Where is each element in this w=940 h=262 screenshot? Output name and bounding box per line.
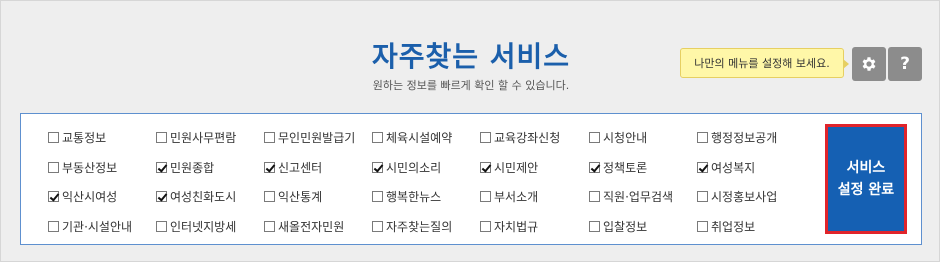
service-option[interactable]: 취업정보 xyxy=(697,217,755,235)
service-option-label: 시민의소리 xyxy=(386,160,442,175)
checkbox-checked-icon[interactable] xyxy=(264,161,275,173)
service-option[interactable]: 시민의소리 xyxy=(372,158,441,176)
gear-icon xyxy=(862,57,876,71)
checkbox-icon[interactable] xyxy=(697,131,708,143)
service-option[interactable]: 교통정보 xyxy=(48,128,106,146)
favorites-widget: 자주찾는 서비스 원하는 정보를 빠르게 확인 할 수 있습니다. 나만의 메뉴… xyxy=(0,0,940,262)
service-option[interactable]: 부동산정보 xyxy=(48,158,117,176)
tooltip-text: 나만의 메뉴를 설정해 보세요. xyxy=(694,57,830,70)
service-option-label: 행복한뉴스 xyxy=(386,189,442,204)
service-option[interactable]: 자주찾는질의 xyxy=(372,217,452,235)
service-option-label: 시청안내 xyxy=(603,130,648,145)
checkbox-icon[interactable] xyxy=(372,131,383,143)
checkbox-icon[interactable] xyxy=(480,131,491,143)
service-option[interactable]: 행복한뉴스 xyxy=(372,187,441,205)
checkbox-icon[interactable] xyxy=(697,190,708,202)
service-option-label: 시민제안 xyxy=(494,160,539,175)
checkbox-icon[interactable] xyxy=(48,161,59,173)
checkbox-checked-icon[interactable] xyxy=(156,190,167,202)
checkbox-checked-icon[interactable] xyxy=(48,190,59,202)
service-option-label: 체육시설예약 xyxy=(386,130,453,145)
service-option-label: 민원사무편람 xyxy=(170,130,237,145)
checkbox-icon[interactable] xyxy=(264,131,275,143)
checkbox-icon[interactable] xyxy=(589,131,600,143)
service-option[interactable]: 여성친화도시 xyxy=(156,187,236,205)
service-option-label: 교육강좌신청 xyxy=(494,130,561,145)
settings-tooltip: 나만의 메뉴를 설정해 보세요. xyxy=(680,48,849,78)
service-option-label: 새올전자민원 xyxy=(278,219,345,234)
service-option[interactable]: 인터넷지방세 xyxy=(156,217,236,235)
checkbox-checked-icon[interactable] xyxy=(480,161,491,173)
service-option-label: 자치법규 xyxy=(494,219,539,234)
service-option[interactable]: 교육강좌신청 xyxy=(480,128,560,146)
service-option-label: 입찰정보 xyxy=(603,219,648,234)
service-option[interactable]: 시민제안 xyxy=(480,158,538,176)
service-option[interactable]: 체육시설예약 xyxy=(372,128,452,146)
checkbox-icon[interactable] xyxy=(156,220,167,232)
checkbox-icon[interactable] xyxy=(480,190,491,202)
checkbox-checked-icon[interactable] xyxy=(156,161,167,173)
service-option[interactable]: 시청안내 xyxy=(589,128,647,146)
service-option-label: 교통정보 xyxy=(62,130,107,145)
service-option-label: 인터넷지방세 xyxy=(170,219,237,234)
service-option[interactable]: 신고센터 xyxy=(264,158,322,176)
done-label-line2: 설정 완료 xyxy=(837,182,895,198)
checkbox-icon[interactable] xyxy=(697,220,708,232)
service-option-label: 신고센터 xyxy=(278,160,323,175)
service-option[interactable]: 민원사무편람 xyxy=(156,128,236,146)
checkbox-checked-icon[interactable] xyxy=(697,161,708,173)
service-option[interactable]: 익산시여성 xyxy=(48,187,117,205)
service-option-label: 무인민원발급기 xyxy=(278,130,356,145)
help-button[interactable]: ? xyxy=(888,47,922,81)
service-option-label: 기관·시설안내 xyxy=(62,219,133,234)
service-option[interactable]: 무인민원발급기 xyxy=(264,128,355,146)
service-option-label: 시정홍보사업 xyxy=(711,189,778,204)
service-option-label: 여성친화도시 xyxy=(170,189,237,204)
service-option-label: 정책토론 xyxy=(603,160,648,175)
checkbox-icon[interactable] xyxy=(372,190,383,202)
checkbox-icon[interactable] xyxy=(480,220,491,232)
service-option[interactable]: 익산통계 xyxy=(264,187,322,205)
page-subtitle: 원하는 정보를 빠르게 확인 할 수 있습니다. xyxy=(372,79,570,92)
checkbox-icon[interactable] xyxy=(48,220,59,232)
service-option-label: 익산시여성 xyxy=(62,189,118,204)
done-label-line1: 서비스 xyxy=(846,160,886,176)
service-panel: 교통정보 민원사무편람 무인민원발급기 체육시설예약 교육강좌신청 시청안내 행정정보공개부… xyxy=(20,113,922,245)
checkbox-icon[interactable] xyxy=(589,190,600,202)
service-option[interactable]: 기관·시설안내 xyxy=(48,217,132,235)
service-option[interactable]: 여성복지 xyxy=(697,158,755,176)
service-option[interactable]: 행정정보공개 xyxy=(697,128,777,146)
checkbox-icon[interactable] xyxy=(589,220,600,232)
checkbox-icon[interactable] xyxy=(264,220,275,232)
service-option-label: 여성복지 xyxy=(711,160,756,175)
checkbox-checked-icon[interactable] xyxy=(372,161,383,173)
service-option[interactable]: 부서소개 xyxy=(480,187,538,205)
service-option[interactable]: 민원종합 xyxy=(156,158,214,176)
service-option-label: 자주찾는질의 xyxy=(386,219,453,234)
settings-complete-button[interactable]: 서비스 설정 완료 xyxy=(825,124,907,234)
checkbox-icon[interactable] xyxy=(372,220,383,232)
service-option[interactable]: 새올전자민원 xyxy=(264,217,344,235)
service-option[interactable]: 정책토론 xyxy=(589,158,647,176)
service-option-label: 부동산정보 xyxy=(62,160,118,175)
checkbox-icon[interactable] xyxy=(48,131,59,143)
service-option[interactable]: 시정홍보사업 xyxy=(697,187,777,205)
service-option[interactable]: 입찰정보 xyxy=(589,217,647,235)
settings-button[interactable] xyxy=(852,47,886,81)
service-option-label: 행정정보공개 xyxy=(711,130,778,145)
service-option[interactable]: 직원·업무검색 xyxy=(589,187,673,205)
service-option-label: 부서소개 xyxy=(494,189,539,204)
service-option-label: 취업정보 xyxy=(711,219,756,234)
checkbox-icon[interactable] xyxy=(156,131,167,143)
question-icon: ? xyxy=(900,54,910,74)
checkbox-icon[interactable] xyxy=(264,190,275,202)
service-option-label: 익산통계 xyxy=(278,189,323,204)
service-option-label: 직원·업무검색 xyxy=(603,189,674,204)
service-option-label: 민원종합 xyxy=(170,160,215,175)
service-option[interactable]: 자치법규 xyxy=(480,217,538,235)
checkbox-checked-icon[interactable] xyxy=(589,161,600,173)
